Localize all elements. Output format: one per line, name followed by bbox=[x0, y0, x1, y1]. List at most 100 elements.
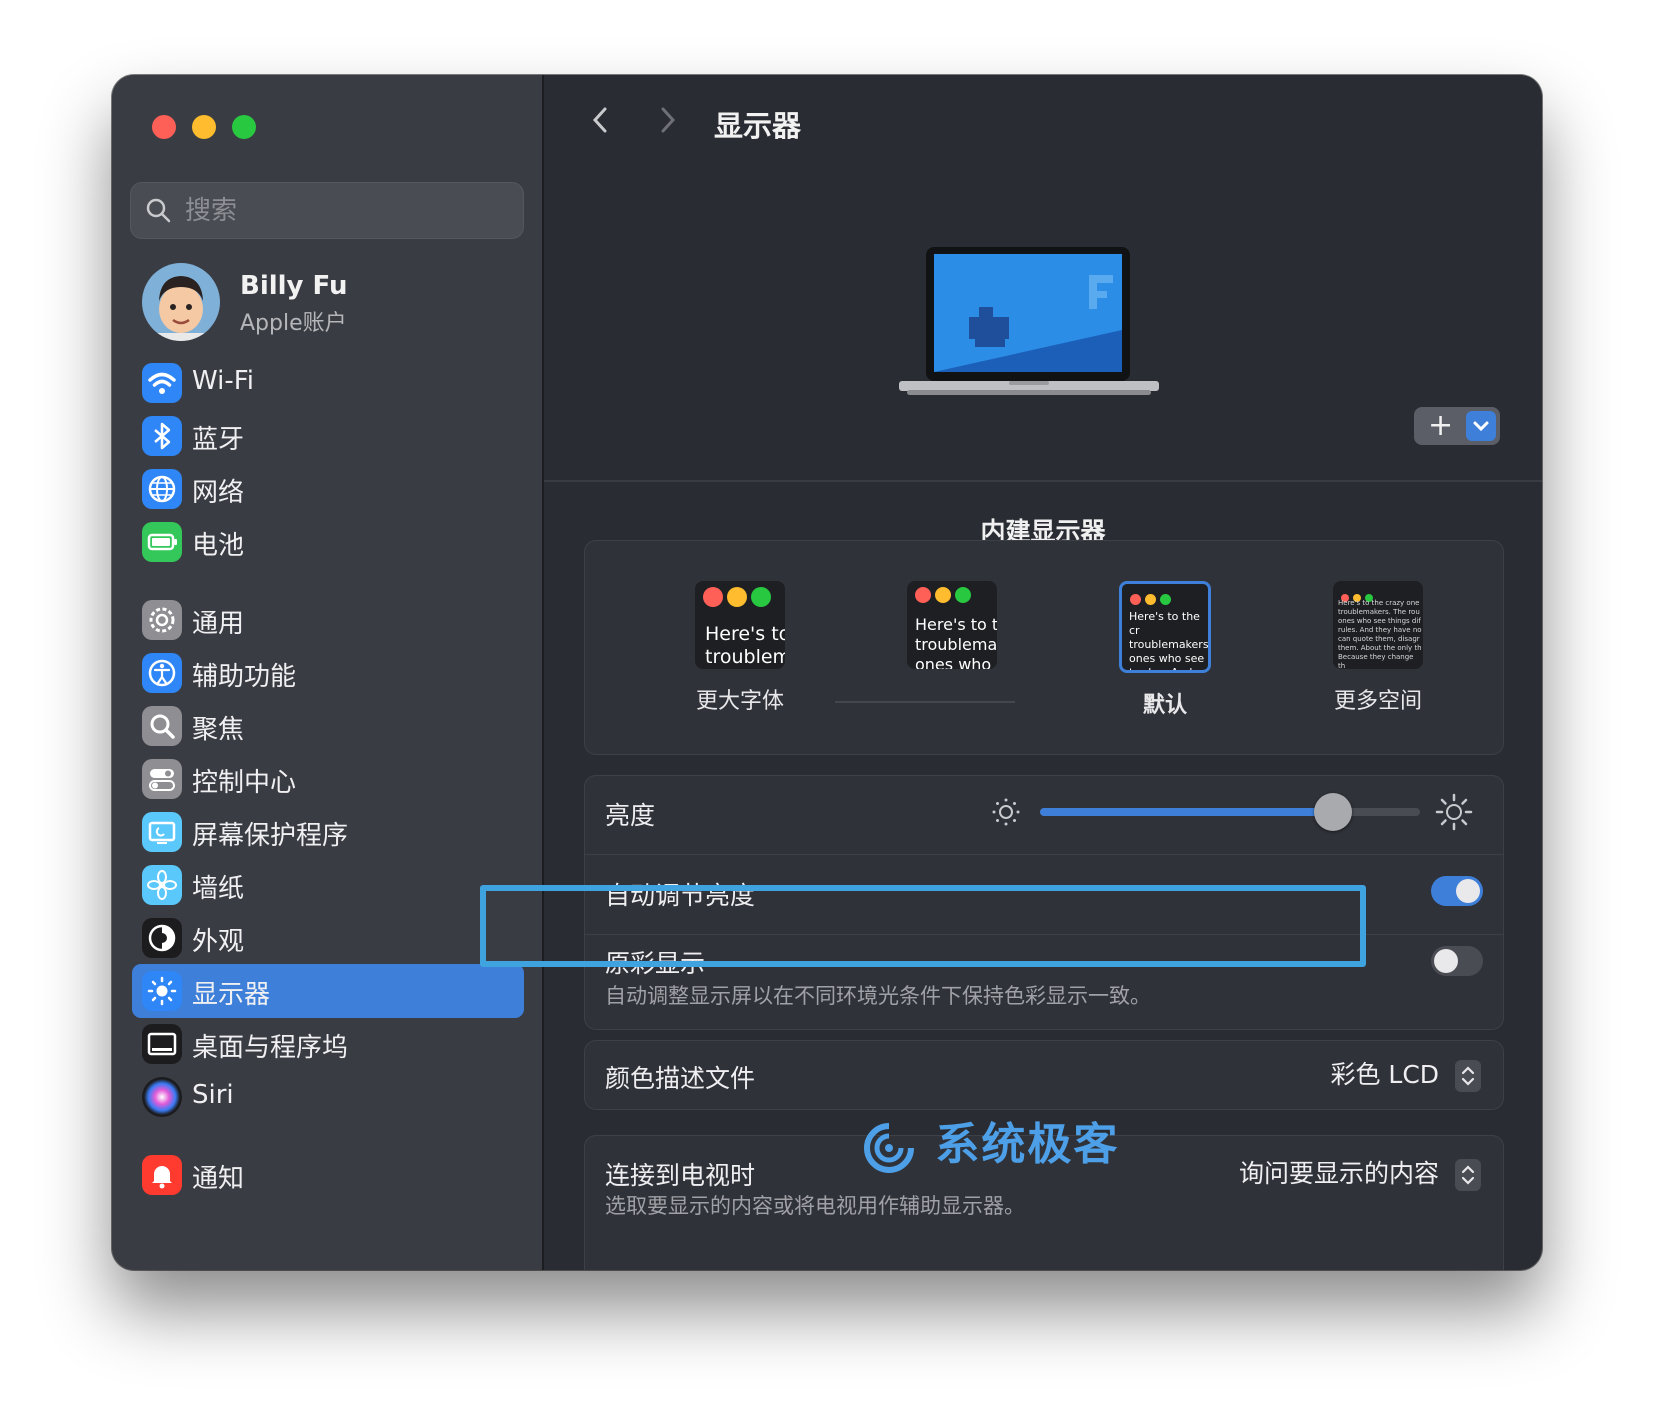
sidebar-item-label: 聚焦 bbox=[192, 715, 245, 745]
updown-chevron-icon bbox=[1455, 1060, 1481, 1092]
resolution-sample-text: Here's to the cr troublemakers. ones who… bbox=[1129, 610, 1211, 673]
settings-window: Billy Fu Apple账户 Wi-Fi 蓝牙 网络 电池 bbox=[112, 75, 1542, 1270]
tv-value: 询问要显示的内容 bbox=[1239, 1159, 1440, 1188]
updown-chevron-icon bbox=[1455, 1159, 1481, 1191]
laptop-display-image[interactable] bbox=[899, 245, 1159, 409]
forward-button[interactable] bbox=[650, 103, 684, 137]
account-subtitle: Apple账户 bbox=[240, 311, 347, 336]
avatar bbox=[142, 263, 220, 341]
sidebar-item-screensaver[interactable]: 屏幕保护程序 bbox=[132, 805, 524, 859]
brightness-slider[interactable] bbox=[1040, 793, 1420, 831]
color-profile-label: 颜色描述文件 bbox=[605, 1064, 756, 1093]
resolution-option-default[interactable]: Here's to the cr troublemakers. ones who… bbox=[1090, 581, 1240, 719]
screensaver-icon bbox=[142, 812, 182, 852]
back-button[interactable] bbox=[584, 103, 618, 137]
dock-icon bbox=[142, 1024, 182, 1064]
resolution-label: 默认 bbox=[1142, 693, 1187, 718]
zoom-button[interactable] bbox=[232, 115, 256, 139]
sidebar-item-notifications[interactable]: 通知 bbox=[132, 1148, 524, 1202]
toolbar: 显示器 bbox=[544, 75, 1542, 175]
toggles-icon bbox=[142, 759, 182, 799]
display-arrangement: 内建显示器 bbox=[544, 175, 1542, 546]
sidebar-item-label: Wi-Fi bbox=[192, 366, 255, 396]
gear-icon bbox=[142, 600, 182, 640]
battery-icon bbox=[142, 522, 182, 562]
bell-icon bbox=[142, 1155, 182, 1195]
sidebar-item-label: 通用 bbox=[192, 609, 245, 639]
resolution-sample-text: Here's to t troublema ones who bbox=[915, 615, 997, 669]
wifi-icon bbox=[142, 363, 182, 403]
sidebar-item-wallpaper[interactable]: 墙纸 bbox=[132, 858, 524, 912]
close-button[interactable] bbox=[152, 115, 176, 139]
true-tone-toggle[interactable] bbox=[1431, 946, 1483, 976]
color-profile-value: 彩色 LCD bbox=[1330, 1060, 1440, 1089]
sidebar-item-wifi[interactable]: Wi-Fi bbox=[132, 356, 524, 410]
sidebar-item-desktop-dock[interactable]: 桌面与程序坞 bbox=[132, 1017, 524, 1071]
flower-icon bbox=[142, 865, 182, 905]
page-title: 显示器 bbox=[714, 109, 802, 143]
resolution-thumbnail: Here's to the cr troublemakers. ones who… bbox=[1119, 581, 1211, 673]
sidebar-item-general[interactable]: 通用 bbox=[132, 593, 524, 647]
sidebar-item-siri[interactable]: Siri bbox=[132, 1070, 524, 1124]
resolution-card: Here's to troublem 更大字体 Here's to t trou… bbox=[584, 540, 1504, 755]
tv-description: 选取要显示的内容或将电视用作辅助显示器。 bbox=[605, 1194, 1025, 1218]
sidebar-item-bluetooth[interactable]: 蓝牙 bbox=[132, 409, 524, 463]
sidebar-item-label: 屏幕保护程序 bbox=[192, 821, 349, 851]
sidebar-item-accessibility[interactable]: 辅助功能 bbox=[132, 646, 524, 700]
auto-brightness-toggle[interactable] bbox=[1431, 876, 1483, 906]
resolution-thumbnail: Here's to the crazy one troublemakers. T… bbox=[1333, 581, 1423, 669]
tv-popup[interactable]: 询问要显示的内容 bbox=[1239, 1154, 1481, 1191]
watermark-text: 系统极客 bbox=[935, 1119, 1120, 1170]
sidebar-item-label: 电池 bbox=[192, 531, 245, 561]
main-pane: 显示器 内建显示器 + Here's to troublem 更大字体 Here… bbox=[544, 75, 1542, 1270]
sun-high-icon bbox=[1435, 793, 1473, 835]
tv-label: 连接到电视时 bbox=[605, 1161, 756, 1190]
resolution-sample-text: Here's to the crazy one troublemakers. T… bbox=[1338, 599, 1422, 669]
add-display-button[interactable]: + bbox=[1414, 407, 1500, 445]
resolution-option-2[interactable]: Here's to t troublema ones who bbox=[877, 581, 1027, 683]
sidebar-item-label: 墙纸 bbox=[192, 874, 245, 904]
resolution-sample-text: Here's to troublem bbox=[705, 623, 785, 668]
accessibility-icon bbox=[142, 653, 182, 693]
resolution-label: 更多空间 bbox=[1333, 689, 1422, 714]
chevron-down-icon[interactable] bbox=[1466, 411, 1496, 441]
true-tone-description: 自动调整显示屏以在不同环境光条件下保持色彩显示一致。 bbox=[605, 984, 1151, 1008]
appearance-icon bbox=[142, 918, 182, 958]
sun-low-icon bbox=[990, 796, 1022, 832]
sidebar-item-label: 桌面与程序坞 bbox=[192, 1033, 349, 1063]
sidebar-item-appearance[interactable]: 外观 bbox=[132, 911, 524, 965]
sidebar-item-label: 显示器 bbox=[192, 980, 271, 1010]
sidebar-item-label: 蓝牙 bbox=[192, 425, 245, 455]
minimize-button[interactable] bbox=[192, 115, 216, 139]
magnifier-icon bbox=[142, 706, 182, 746]
plus-icon: + bbox=[1428, 408, 1454, 443]
sidebar-item-label: 网络 bbox=[192, 478, 245, 508]
resolution-option-more-space[interactable]: Here's to the crazy one troublemakers. T… bbox=[1303, 581, 1453, 715]
toggle-knob bbox=[1434, 949, 1458, 973]
color-profile-popup[interactable]: 彩色 LCD bbox=[1330, 1055, 1481, 1092]
resolution-option-larger-text[interactable]: Here's to troublem 更大字体 bbox=[665, 581, 815, 715]
watermark: 系统极客 bbox=[860, 1108, 1119, 1174]
resolution-label: 更大字体 bbox=[695, 689, 784, 714]
globe-icon bbox=[142, 469, 182, 509]
sidebar-item-spotlight[interactable]: 聚焦 bbox=[132, 699, 524, 753]
sidebar: Billy Fu Apple账户 Wi-Fi 蓝牙 网络 电池 bbox=[112, 75, 544, 1270]
sidebar-item-label: 外观 bbox=[192, 927, 245, 957]
sidebar-item-network[interactable]: 网络 bbox=[132, 462, 524, 516]
apple-account[interactable]: Billy Fu Apple账户 bbox=[142, 263, 522, 343]
sidebar-item-label: 控制中心 bbox=[192, 768, 297, 798]
search-input[interactable] bbox=[183, 191, 507, 231]
brightness-label: 亮度 bbox=[605, 801, 656, 830]
search-field[interactable] bbox=[130, 182, 524, 239]
siri-icon bbox=[142, 1077, 182, 1117]
slider-knob[interactable] bbox=[1313, 793, 1352, 831]
sidebar-item-label: 辅助功能 bbox=[192, 662, 297, 692]
sidebar-item-battery[interactable]: 电池 bbox=[132, 515, 524, 569]
sidebar-item-control-center[interactable]: 控制中心 bbox=[132, 752, 524, 806]
color-profile-card: 颜色描述文件 彩色 LCD bbox=[584, 1040, 1504, 1110]
resolution-thumbnail: Here's to t troublema ones who bbox=[907, 581, 997, 669]
highlight-frame bbox=[480, 885, 1366, 967]
sidebar-item-displays[interactable]: 显示器 bbox=[132, 964, 524, 1018]
resolution-track bbox=[835, 701, 1015, 703]
account-name: Billy Fu bbox=[240, 271, 348, 301]
